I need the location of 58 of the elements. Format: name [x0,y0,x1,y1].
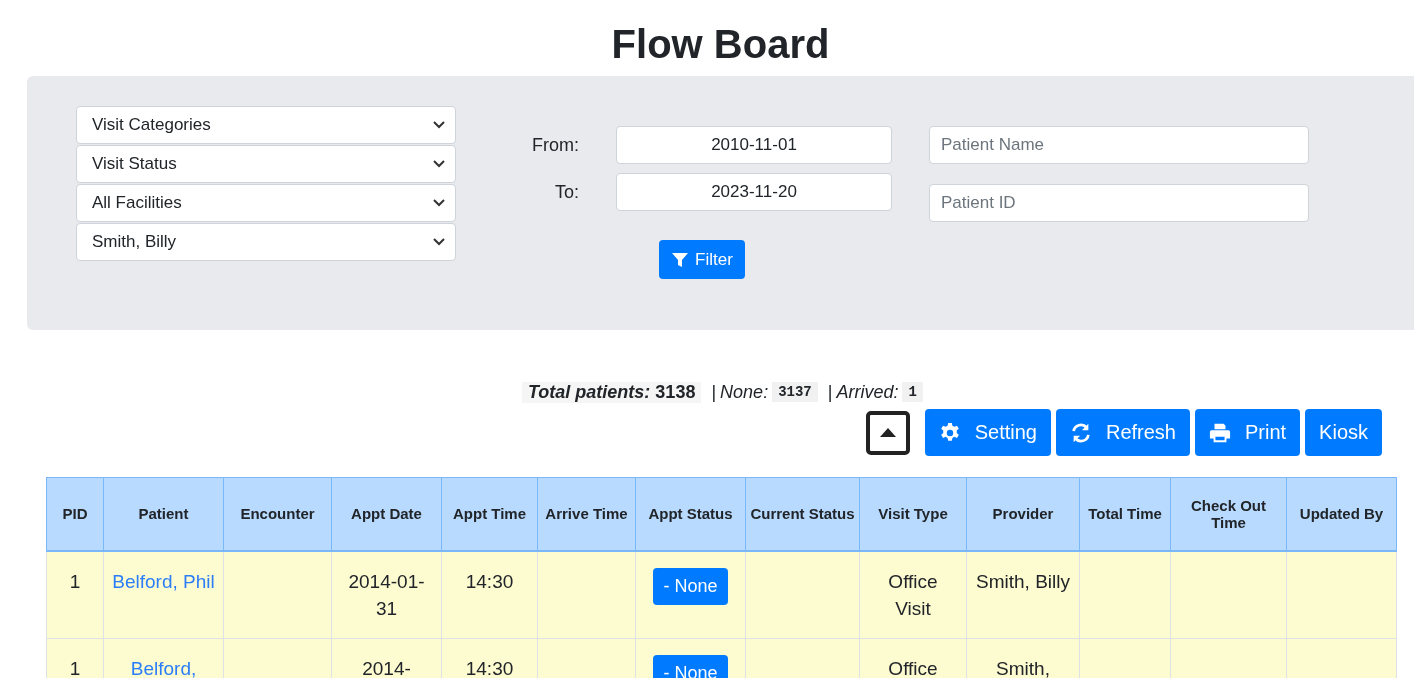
table-cell: 1 [69,657,81,678]
patient-id-field[interactable]: Patient ID [929,184,1309,222]
dropdown[interactable]: All Facilities [76,184,456,222]
separator: | [711,381,717,403]
dropdown[interactable]: Visit Status [76,145,456,183]
table-cell: Smith, Billy [976,570,1070,592]
page-title: Flow Board [610,21,831,68]
column-header[interactable]: Check Out Time [1170,477,1287,551]
status-label: None: [720,381,769,403]
funnel-icon [671,250,690,269]
table-cell: Office Visit [888,570,938,619]
column-header[interactable]: PID [46,477,104,551]
chevron-down-icon [433,160,445,168]
dropdown[interactable]: Visit Categories [76,106,456,144]
collapse-button[interactable] [865,410,910,455]
column-header[interactable]: Patient [103,477,224,551]
to-label: To: [554,181,580,203]
column-header[interactable]: Appt Status [635,477,746,551]
status-label: Arrived: [836,381,899,403]
gear-icon [938,421,961,444]
chevron-down-icon [433,238,445,246]
patient-name-field[interactable]: Patient Name [929,126,1309,164]
column-header[interactable]: Updated By [1286,477,1397,551]
table-cell: Office [888,657,938,678]
from-label: From: [531,134,580,156]
table-cell: 2014-01-31 [348,570,425,619]
column-header[interactable]: Visit Type [859,477,967,551]
total-patients: Total patients: 3138 [522,381,702,403]
column-header[interactable]: Encounter [223,477,332,551]
table-cell: 14:30 [465,657,514,678]
table-cell: 2014- [362,657,411,678]
status-button[interactable]: - None [653,654,728,678]
column-header[interactable]: Arrive Time [537,477,636,551]
table-cell: Smith, [996,657,1050,678]
refresh-icon [1069,421,1092,444]
separator: | [827,381,833,403]
date-field[interactable]: 2010-11-01 [616,126,892,164]
column-header[interactable]: Provider [966,477,1080,551]
status-button[interactable]: - None [653,567,728,605]
table-cell: 14:30 [465,570,514,592]
column-header[interactable]: Total Time [1079,477,1171,551]
table-cell: 1 [69,570,81,592]
toolbar-button[interactable]: Setting [924,409,1051,456]
chevron-down-icon [433,199,445,207]
filter-button[interactable]: Filter [659,240,745,279]
column-header[interactable]: Current Status [745,477,860,551]
dropdown[interactable]: Smith, Billy [76,223,456,261]
toolbar-button[interactable]: Print [1194,409,1301,456]
toolbar-button[interactable]: Kiosk [1305,409,1382,456]
printer-icon [1208,421,1231,444]
column-header[interactable]: Appt Date [331,477,442,551]
caret-up-icon [879,428,896,437]
status-count: 3137 [772,382,818,402]
status-count: 1 [902,382,923,402]
toolbar-button[interactable]: Refresh [1055,409,1190,456]
date-field[interactable]: 2023-11-20 [616,173,892,211]
chevron-down-icon [433,121,445,129]
column-header[interactable]: Appt Time [441,477,538,551]
